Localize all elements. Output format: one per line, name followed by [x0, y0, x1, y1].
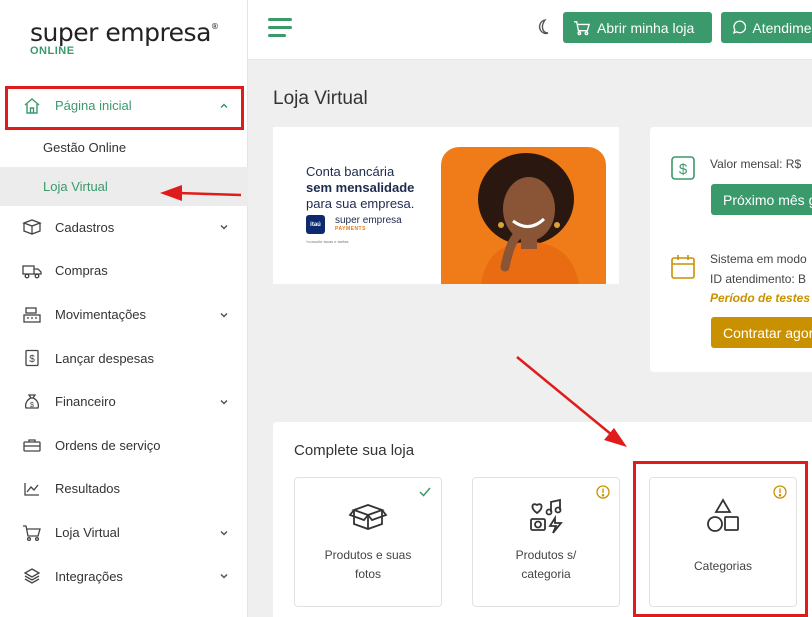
arrow-to-categorias: [516, 356, 627, 447]
annotation-arrows: [160, 185, 627, 447]
arrow-to-loja-virtual: [160, 185, 242, 201]
